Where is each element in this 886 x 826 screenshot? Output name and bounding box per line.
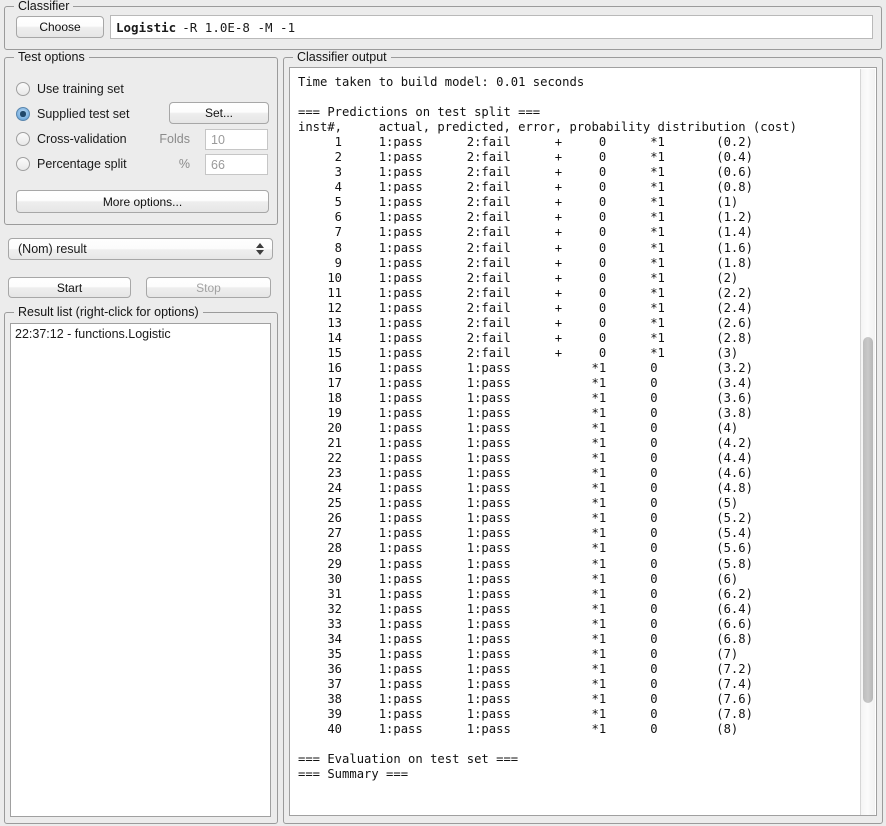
list-item[interactable]: 22:37:12 - functions.Logistic	[11, 324, 270, 341]
class-attribute-select-value: (Nom) result	[18, 242, 87, 256]
classifier-name-text: Logistic	[116, 19, 177, 35]
class-attribute-select[interactable]: (Nom) result	[8, 238, 273, 260]
result-list-panel: Result list (right-click for options) 22…	[4, 305, 278, 824]
output-vertical-scrollbar[interactable]	[860, 69, 875, 815]
radio-supplied-test-set-label: Supplied test set	[37, 107, 130, 121]
radio-cross-validation-label: Cross-validation	[37, 132, 127, 146]
radio-supplied-test-set-indicator[interactable]	[16, 107, 30, 121]
radio-percentage-split-label: Percentage split	[37, 157, 127, 171]
classifier-output-area[interactable]: Time taken to build model: 0.01 seconds …	[289, 67, 877, 816]
more-options-button[interactable]: More options...	[16, 190, 269, 213]
percentage-label: %	[178, 157, 190, 171]
stop-button[interactable]: Stop	[146, 277, 271, 298]
result-list[interactable]: 22:37:12 - functions.Logistic	[10, 323, 271, 817]
radio-percentage-split[interactable]: Percentage split	[16, 155, 127, 173]
radio-percentage-split-indicator[interactable]	[16, 157, 30, 171]
choose-classifier-button[interactable]: Choose	[16, 16, 104, 38]
folds-label: Folds	[159, 132, 190, 146]
output-scrollbar-thumb[interactable]	[863, 337, 873, 703]
start-button[interactable]: Start	[8, 277, 131, 298]
radio-use-training-set-label: Use training set	[37, 82, 124, 96]
radio-cross-validation[interactable]: Cross-validation	[16, 130, 127, 148]
chevron-updown-icon	[256, 243, 264, 255]
classifier-config-field[interactable]: Logistic -R 1.0E-8 -M -1	[110, 15, 873, 39]
classifier-output-panel-legend: Classifier output	[293, 50, 391, 64]
classifier-panel-legend: Classifier	[14, 0, 74, 13]
folds-input[interactable]: 10	[205, 129, 268, 150]
test-options-panel-legend: Test options	[14, 50, 89, 64]
test-options-panel: Test options Use training set Supplied t…	[4, 50, 278, 225]
set-test-set-button[interactable]: Set...	[169, 102, 269, 124]
classifier-output-panel: Classifier output Time taken to build mo…	[283, 50, 883, 824]
radio-cross-validation-indicator[interactable]	[16, 132, 30, 146]
radio-use-training-set[interactable]: Use training set	[16, 80, 124, 98]
radio-supplied-test-set[interactable]: Supplied test set	[16, 105, 129, 123]
classifier-options-text: -R 1.0E-8 -M -1	[182, 19, 296, 35]
radio-use-training-set-indicator[interactable]	[16, 82, 30, 96]
result-list-panel-legend: Result list (right-click for options)	[14, 305, 203, 319]
classifier-panel: Classifier Choose Logistic -R 1.0E-8 -M …	[4, 0, 882, 50]
classifier-output-text: Time taken to build model: 0.01 seconds …	[298, 75, 797, 782]
percentage-input[interactable]: 66	[205, 154, 268, 175]
